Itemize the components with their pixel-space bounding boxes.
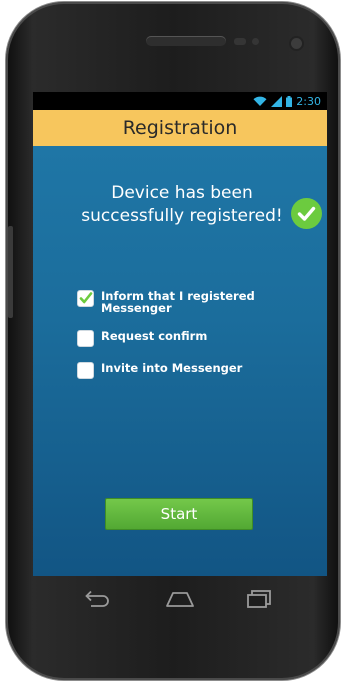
back-button[interactable] (78, 584, 118, 614)
success-panel: Device has been successfully registered! (33, 182, 327, 232)
signal-icon (271, 95, 283, 107)
back-icon (85, 590, 109, 607)
home-icon (166, 592, 194, 607)
main-content: Device has been successfully registered!… (33, 146, 327, 576)
volume-button (8, 226, 13, 318)
front-camera (291, 38, 302, 49)
checkbox-request-confirm[interactable] (77, 330, 94, 347)
check-circle-icon (291, 198, 322, 229)
option-request-confirm[interactable]: Request confirm (77, 330, 281, 347)
success-message: Device has been successfully registered! (81, 183, 283, 226)
option-inform-registered[interactable]: Inform that I registered Messenger (77, 290, 281, 314)
checkbox-inform-registered[interactable] (77, 290, 94, 307)
option-invite-messenger[interactable]: Invite into Messenger (77, 362, 281, 379)
app-bar: Registration (33, 110, 327, 146)
checkmark-icon (79, 292, 93, 304)
wifi-icon (253, 96, 267, 106)
recent-apps-button[interactable] (240, 584, 280, 614)
phone-screen: 2:30 Registration Device has been succes… (33, 92, 327, 576)
page-title: Registration (122, 117, 238, 139)
option-label: Invite into Messenger (101, 361, 243, 375)
checkbox-invite-messenger[interactable] (77, 362, 94, 379)
option-label: Request confirm (101, 329, 208, 343)
earpiece-speaker (146, 36, 226, 46)
status-bar: 2:30 (33, 92, 327, 110)
home-button[interactable] (160, 584, 200, 614)
recent-apps-icon (247, 590, 271, 608)
battery-icon (286, 95, 293, 107)
start-button[interactable]: Start (105, 498, 253, 530)
proximity-sensor (234, 38, 246, 45)
status-time: 2:30 (296, 94, 321, 108)
option-label: Inform that I registered Messenger (101, 289, 255, 315)
light-sensor (252, 38, 259, 45)
